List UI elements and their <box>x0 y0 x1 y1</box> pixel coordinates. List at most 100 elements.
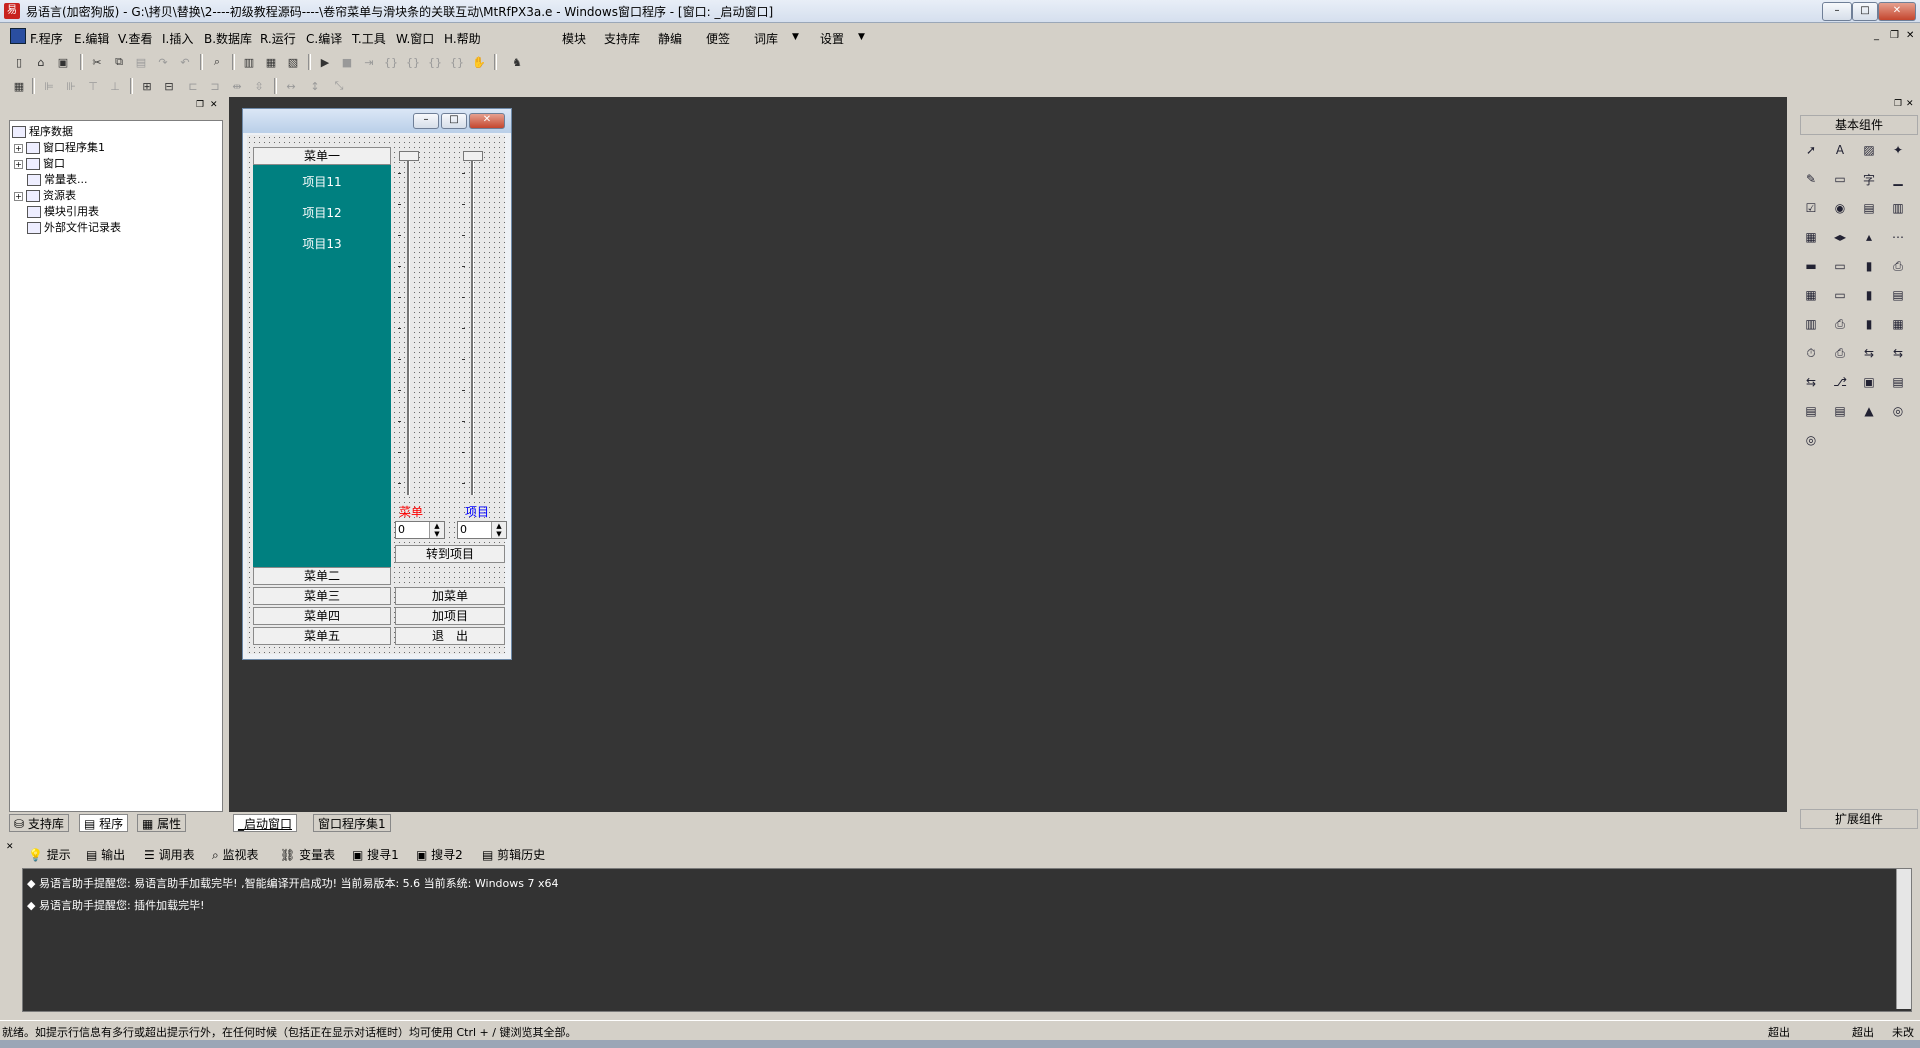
component-tool-icon[interactable]: 字 <box>1858 168 1880 190</box>
undo-icon[interactable]: ↶ <box>176 54 194 70</box>
component-tool-icon[interactable]: ▦ <box>1887 313 1909 335</box>
component-tool-icon[interactable]: ▤ <box>1887 371 1909 393</box>
goto-item-button[interactable]: 转到项目 <box>395 545 505 563</box>
component-tool-icon[interactable]: ▬ <box>1800 255 1822 277</box>
menu-button-3[interactable]: 菜单三 <box>253 587 391 605</box>
component-tool-icon[interactable]: ▤ <box>1887 284 1909 306</box>
menu-compile[interactable]: C.编译 <box>306 30 342 47</box>
expand-icon[interactable]: + <box>14 143 23 153</box>
mdi-restore-icon[interactable]: ❐ <box>1890 30 1899 41</box>
component-tool-icon[interactable]: ⎙ <box>1829 342 1851 364</box>
step-out-icon[interactable]: {} <box>426 54 444 70</box>
settings-dropdown-icon[interactable]: ▼ <box>858 32 865 42</box>
layout1-icon[interactable]: ▥ <box>240 54 258 70</box>
component-tool-icon[interactable]: ⎙ <box>1887 255 1909 277</box>
component-tool-icon[interactable]: ⇆ <box>1887 342 1909 364</box>
size-h-icon[interactable]: ↔ <box>282 78 300 94</box>
tree-item-constants[interactable]: 常量表... <box>27 171 88 187</box>
stop-icon[interactable]: ■ <box>338 54 356 70</box>
tab-properties[interactable]: ▦ 属性 <box>137 814 187 832</box>
component-tool-icon[interactable]: ◉ <box>1829 197 1851 219</box>
paste-icon[interactable]: ▤ <box>132 54 150 70</box>
mdi-close-icon[interactable]: ✕ <box>1906 30 1914 41</box>
component-tool-icon[interactable]: ▦ <box>1800 226 1822 248</box>
menu-program[interactable]: F.程序 <box>30 30 63 47</box>
menu-tools[interactable]: T.工具 <box>352 30 386 47</box>
component-tool-icon[interactable]: ▤ <box>1829 400 1851 422</box>
basic-components-header[interactable]: 基本组件 <box>1800 115 1918 135</box>
component-tool-icon[interactable]: ▁ <box>1887 168 1909 190</box>
component-tool-icon[interactable]: ▮ <box>1858 313 1880 335</box>
open-file-icon[interactable]: ⌂ <box>32 54 50 70</box>
component-tool-icon[interactable]: ▭ <box>1829 255 1851 277</box>
component-tool-icon[interactable]: ⇆ <box>1800 371 1822 393</box>
expand-icon[interactable]: + <box>14 191 23 201</box>
component-tool-icon[interactable]: ▮ <box>1858 284 1880 306</box>
helper-icon[interactable]: ♞ <box>508 54 526 70</box>
spin-arrows-icon[interactable]: ▲ ▼ <box>429 522 444 538</box>
spin-arrows-icon[interactable]: ▲ ▼ <box>491 522 506 538</box>
menu-view[interactable]: V.查看 <box>118 30 152 47</box>
menu-support-lib[interactable]: 支持库 <box>604 30 640 47</box>
component-tool-icon[interactable]: ▭ <box>1829 284 1851 306</box>
menu-run[interactable]: R.运行 <box>260 30 296 47</box>
component-tool-icon[interactable]: ◎ <box>1887 400 1909 422</box>
tab-window-assembly[interactable]: 窗口程序集1 <box>313 814 391 832</box>
size-v-icon[interactable]: ↕ <box>306 78 324 94</box>
menu-notes[interactable]: 便签 <box>706 30 730 47</box>
grid-icon[interactable]: ▦ <box>10 78 28 94</box>
tab-program[interactable]: ▤ 程序 <box>79 814 129 832</box>
panel-restore-icon[interactable]: ❐ <box>1894 99 1902 109</box>
component-tool-icon[interactable]: ▴ <box>1858 226 1880 248</box>
cut-icon[interactable]: ✂ <box>88 54 106 70</box>
tree-root[interactable]: 程序数据 <box>12 123 73 139</box>
step-icon[interactable]: ⇥ <box>360 54 378 70</box>
component-tool-icon[interactable]: ➚ <box>1800 139 1822 161</box>
component-tool-icon[interactable]: ▦ <box>1800 284 1822 306</box>
list-item[interactable]: 项目11 <box>253 173 391 190</box>
output-scrollbar[interactable] <box>1896 869 1911 1009</box>
menu-item-list[interactable]: 项目11 项目12 项目13 <box>253 165 391 578</box>
component-tool-icon[interactable]: ⎙ <box>1829 313 1851 335</box>
run-to-cursor-icon[interactable]: {} <box>448 54 466 70</box>
tab-hints[interactable]: 💡 提示 <box>28 846 71 863</box>
menu-help[interactable]: H.帮助 <box>444 30 481 47</box>
space-h-icon[interactable]: ⇹ <box>228 78 246 94</box>
extended-components-footer[interactable]: 扩展组件 <box>1800 809 1918 829</box>
menu-settings[interactable]: 设置 <box>820 30 844 47</box>
menu-module[interactable]: 模块 <box>562 30 586 47</box>
component-tool-icon[interactable]: ☑ <box>1800 197 1822 219</box>
component-tool-icon[interactable]: ▣ <box>1858 371 1880 393</box>
exit-button[interactable]: 退 出 <box>395 627 505 645</box>
find-icon[interactable]: ⌕ <box>208 54 226 70</box>
component-tool-icon[interactable]: ▥ <box>1800 313 1822 335</box>
component-tool-icon[interactable]: ▤ <box>1858 197 1880 219</box>
redo-icon[interactable]: ↷ <box>154 54 172 70</box>
tree-item-assembly[interactable]: + 窗口程序集1 <box>14 139 105 155</box>
menu-database[interactable]: B.数据库 <box>204 30 252 47</box>
center-vertical-icon[interactable]: ⊟ <box>160 78 178 94</box>
component-tool-icon[interactable]: ▭ <box>1829 168 1851 190</box>
tab-search-2[interactable]: ▣ 搜寻2 <box>416 846 463 863</box>
add-item-button[interactable]: 加项目 <box>395 607 505 625</box>
component-tool-icon[interactable]: A <box>1829 139 1851 161</box>
item-slider[interactable] <box>459 145 485 495</box>
component-tool-icon[interactable]: ▨ <box>1858 139 1880 161</box>
component-tool-icon[interactable]: ⇆ <box>1858 342 1880 364</box>
menu-dictionary[interactable]: 词库 <box>754 30 778 47</box>
panel-restore-icon[interactable]: ❐ <box>196 100 204 110</box>
component-tool-icon[interactable]: ⎇ <box>1829 371 1851 393</box>
tree-item-module-refs[interactable]: 模块引用表 <box>27 203 99 219</box>
mdi-minimize-icon[interactable]: _ <box>1874 30 1879 41</box>
doc-icon[interactable] <box>10 28 26 44</box>
copy-icon[interactable]: ⧉ <box>110 54 128 70</box>
tab-startup-window[interactable]: _启动窗口 <box>233 814 298 832</box>
tab-clip-history[interactable]: ▤ 剪辑历史 <box>482 846 545 863</box>
same-height-icon[interactable]: ⊐ <box>206 78 224 94</box>
panel-close-icon[interactable]: ✕ <box>210 100 218 110</box>
minimize-button[interactable]: – <box>1822 2 1852 21</box>
component-tool-icon[interactable]: ◂▸ <box>1829 226 1851 248</box>
dictionary-dropdown-icon[interactable]: ▼ <box>792 32 799 42</box>
tab-support-lib[interactable]: ⛁ 支持库 <box>9 814 69 832</box>
close-button[interactable]: ✕ <box>1878 2 1916 21</box>
